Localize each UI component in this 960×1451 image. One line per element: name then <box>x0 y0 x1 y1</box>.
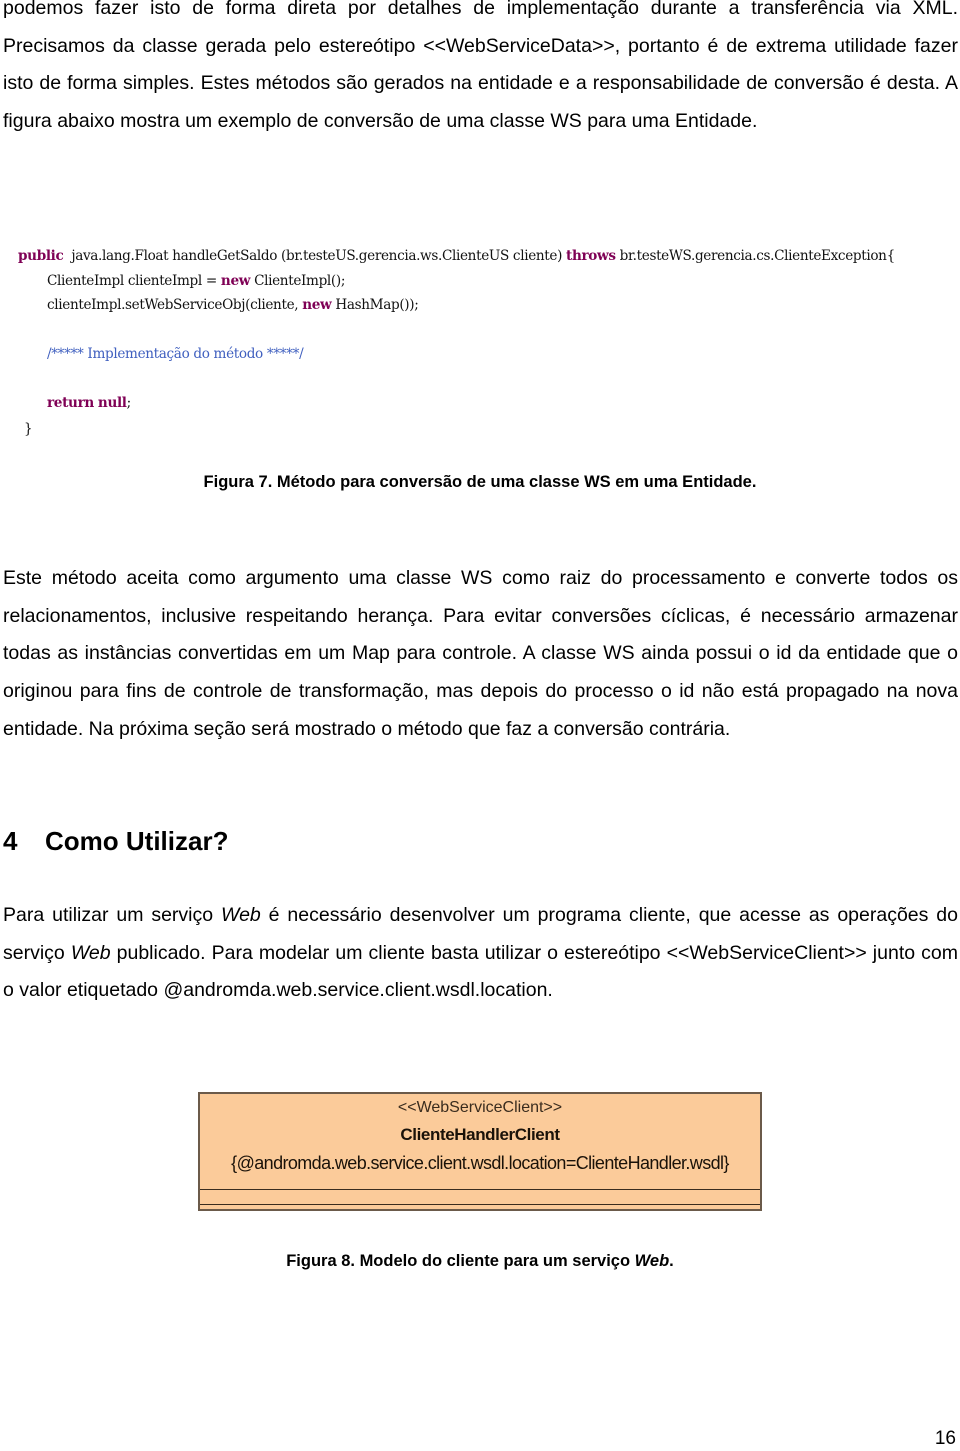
section-heading: 4 Como Utilizar? <box>3 826 228 857</box>
uml-operations-divider <box>200 1204 760 1205</box>
uml-attributes-divider <box>200 1189 760 1190</box>
page-number: 16 <box>934 1428 956 1449</box>
figure-8-caption: Figura 8. Modelo do cliente para um serv… <box>286 1252 674 1270</box>
uml-tagged-value: {@andromda.web.service.client.wsdl.locat… <box>231 1153 729 1173</box>
code-figure-method: public java.lang.Float handleGetSaldo (b… <box>18 248 958 448</box>
code-line-set-webservice: clienteImpl.setWebServiceObj(cliente, ne… <box>47 297 419 313</box>
code-line-instantiate: ClienteImpl clienteImpl = new ClienteImp… <box>47 273 346 289</box>
paragraph-how-to-use: Para utilizar um serviço Web é necessári… <box>3 904 958 1002</box>
uml-class-box: <<WebServiceClient>> ClienteHandlerClien… <box>198 1092 762 1211</box>
code-line-comment: /***** Implementação do método *****/ <box>47 346 304 362</box>
section-title: Como Utilizar? <box>45 826 229 856</box>
code-line-signature: public java.lang.Float handleGetSaldo (b… <box>18 248 895 264</box>
figure-7-caption: Figura 7. Método para conversão de uma c… <box>203 473 757 491</box>
uml-class-name: ClienteHandlerClient <box>400 1125 560 1144</box>
section-number: 4 <box>3 826 18 856</box>
code-line-closing-brace: } <box>24 421 33 437</box>
uml-stereotype: <<WebServiceClient>> <box>397 1099 563 1116</box>
code-line-return: return null; <box>47 395 131 411</box>
paragraph-method-description: Este método aceita como argumento uma cl… <box>3 567 958 740</box>
paragraph-intro: podemos fazer isto de forma direta por d… <box>3 0 958 133</box>
